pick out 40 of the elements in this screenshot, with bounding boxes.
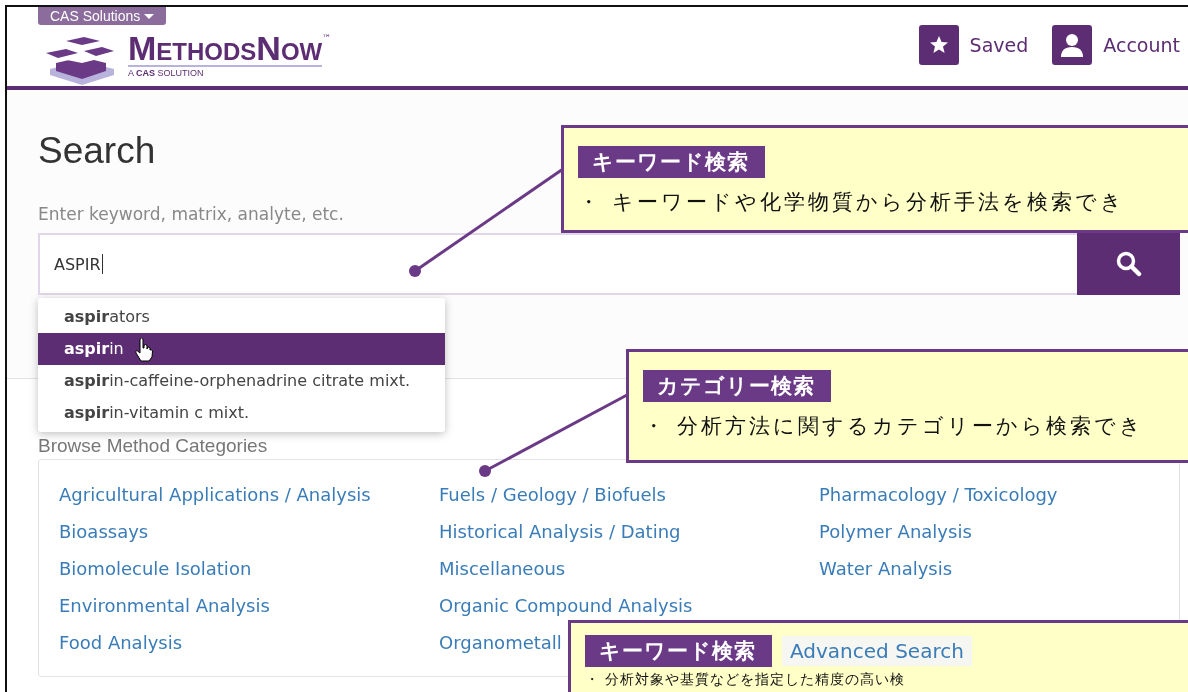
category-link[interactable]: Polymer Analysis xyxy=(819,519,972,544)
header-action-button[interactable]: Saved xyxy=(918,25,1029,65)
search-label: Enter keyword, matrix, analyte, etc. xyxy=(38,204,344,224)
category-link[interactable]: Organic Compound Analysis xyxy=(439,593,693,618)
section-heading: Browse Method Categories xyxy=(38,435,269,457)
trademark-mark: ™ xyxy=(322,33,332,43)
search-icon xyxy=(1115,251,1142,277)
category-link[interactable]: Fuels / Geology / Biofuels xyxy=(439,482,666,507)
category-link[interactable]: Biomolecule Isolation xyxy=(59,556,252,581)
category-link[interactable]: Water Analysis xyxy=(819,556,953,581)
category-link[interactable]: Environmental Analysis xyxy=(59,593,270,618)
callout-tag: キーワード検索 xyxy=(578,146,765,178)
callout-text: ・ キーワードや化学物質から分析手法を検索でき xyxy=(578,189,1126,216)
callout-text: ・ 分析方法に関するカテゴリーから検索でき xyxy=(643,413,1145,440)
logo-wordmark: MethodsNow xyxy=(128,33,323,67)
search-button[interactable] xyxy=(1077,233,1180,295)
suggestion-item[interactable]: aspirin-caffeine-orphenadrine citrate mixt. xyxy=(38,365,445,397)
person-icon xyxy=(1061,33,1084,57)
header-action-button[interactable]: Account xyxy=(1052,25,1180,65)
category-link[interactable]: Pharmacology / Toxicology xyxy=(819,482,1058,507)
category-link[interactable]: Agricultural Applications / Analysis xyxy=(59,482,371,507)
page-title: Search xyxy=(38,130,156,172)
callout-tag: キーワード検索 xyxy=(585,635,772,667)
advanced-search-link[interactable]: Advanced Search xyxy=(782,636,972,666)
caret-icon xyxy=(144,13,155,19)
hand-cursor-icon xyxy=(135,338,153,362)
callout-text: ・ 分析対象や基質などを指定した精度の高い検 xyxy=(585,671,907,689)
star-icon xyxy=(928,35,949,55)
suggestion-item[interactable]: aspirators xyxy=(38,301,445,333)
suggestion-item[interactable]: aspirin xyxy=(38,333,445,365)
category-link[interactable]: Miscellaneous xyxy=(439,556,566,581)
solutions-menu-button[interactable]: CAS Solutions xyxy=(38,7,167,25)
callout-tag: カテゴリー検索 xyxy=(643,370,831,402)
category-link[interactable]: Bioassays xyxy=(59,519,149,544)
logo-tagline: A CAS SOLUTION xyxy=(128,68,205,78)
category-link[interactable]: Historical Analysis / Dating xyxy=(439,519,681,544)
search-field[interactable]: ASPIR xyxy=(38,233,1077,295)
category-link[interactable]: Food Analysis xyxy=(59,630,183,655)
suggestion-item[interactable]: aspirin-vitamin c mixt. xyxy=(38,397,445,429)
category-link[interactable]: Organometall xyxy=(439,630,562,655)
